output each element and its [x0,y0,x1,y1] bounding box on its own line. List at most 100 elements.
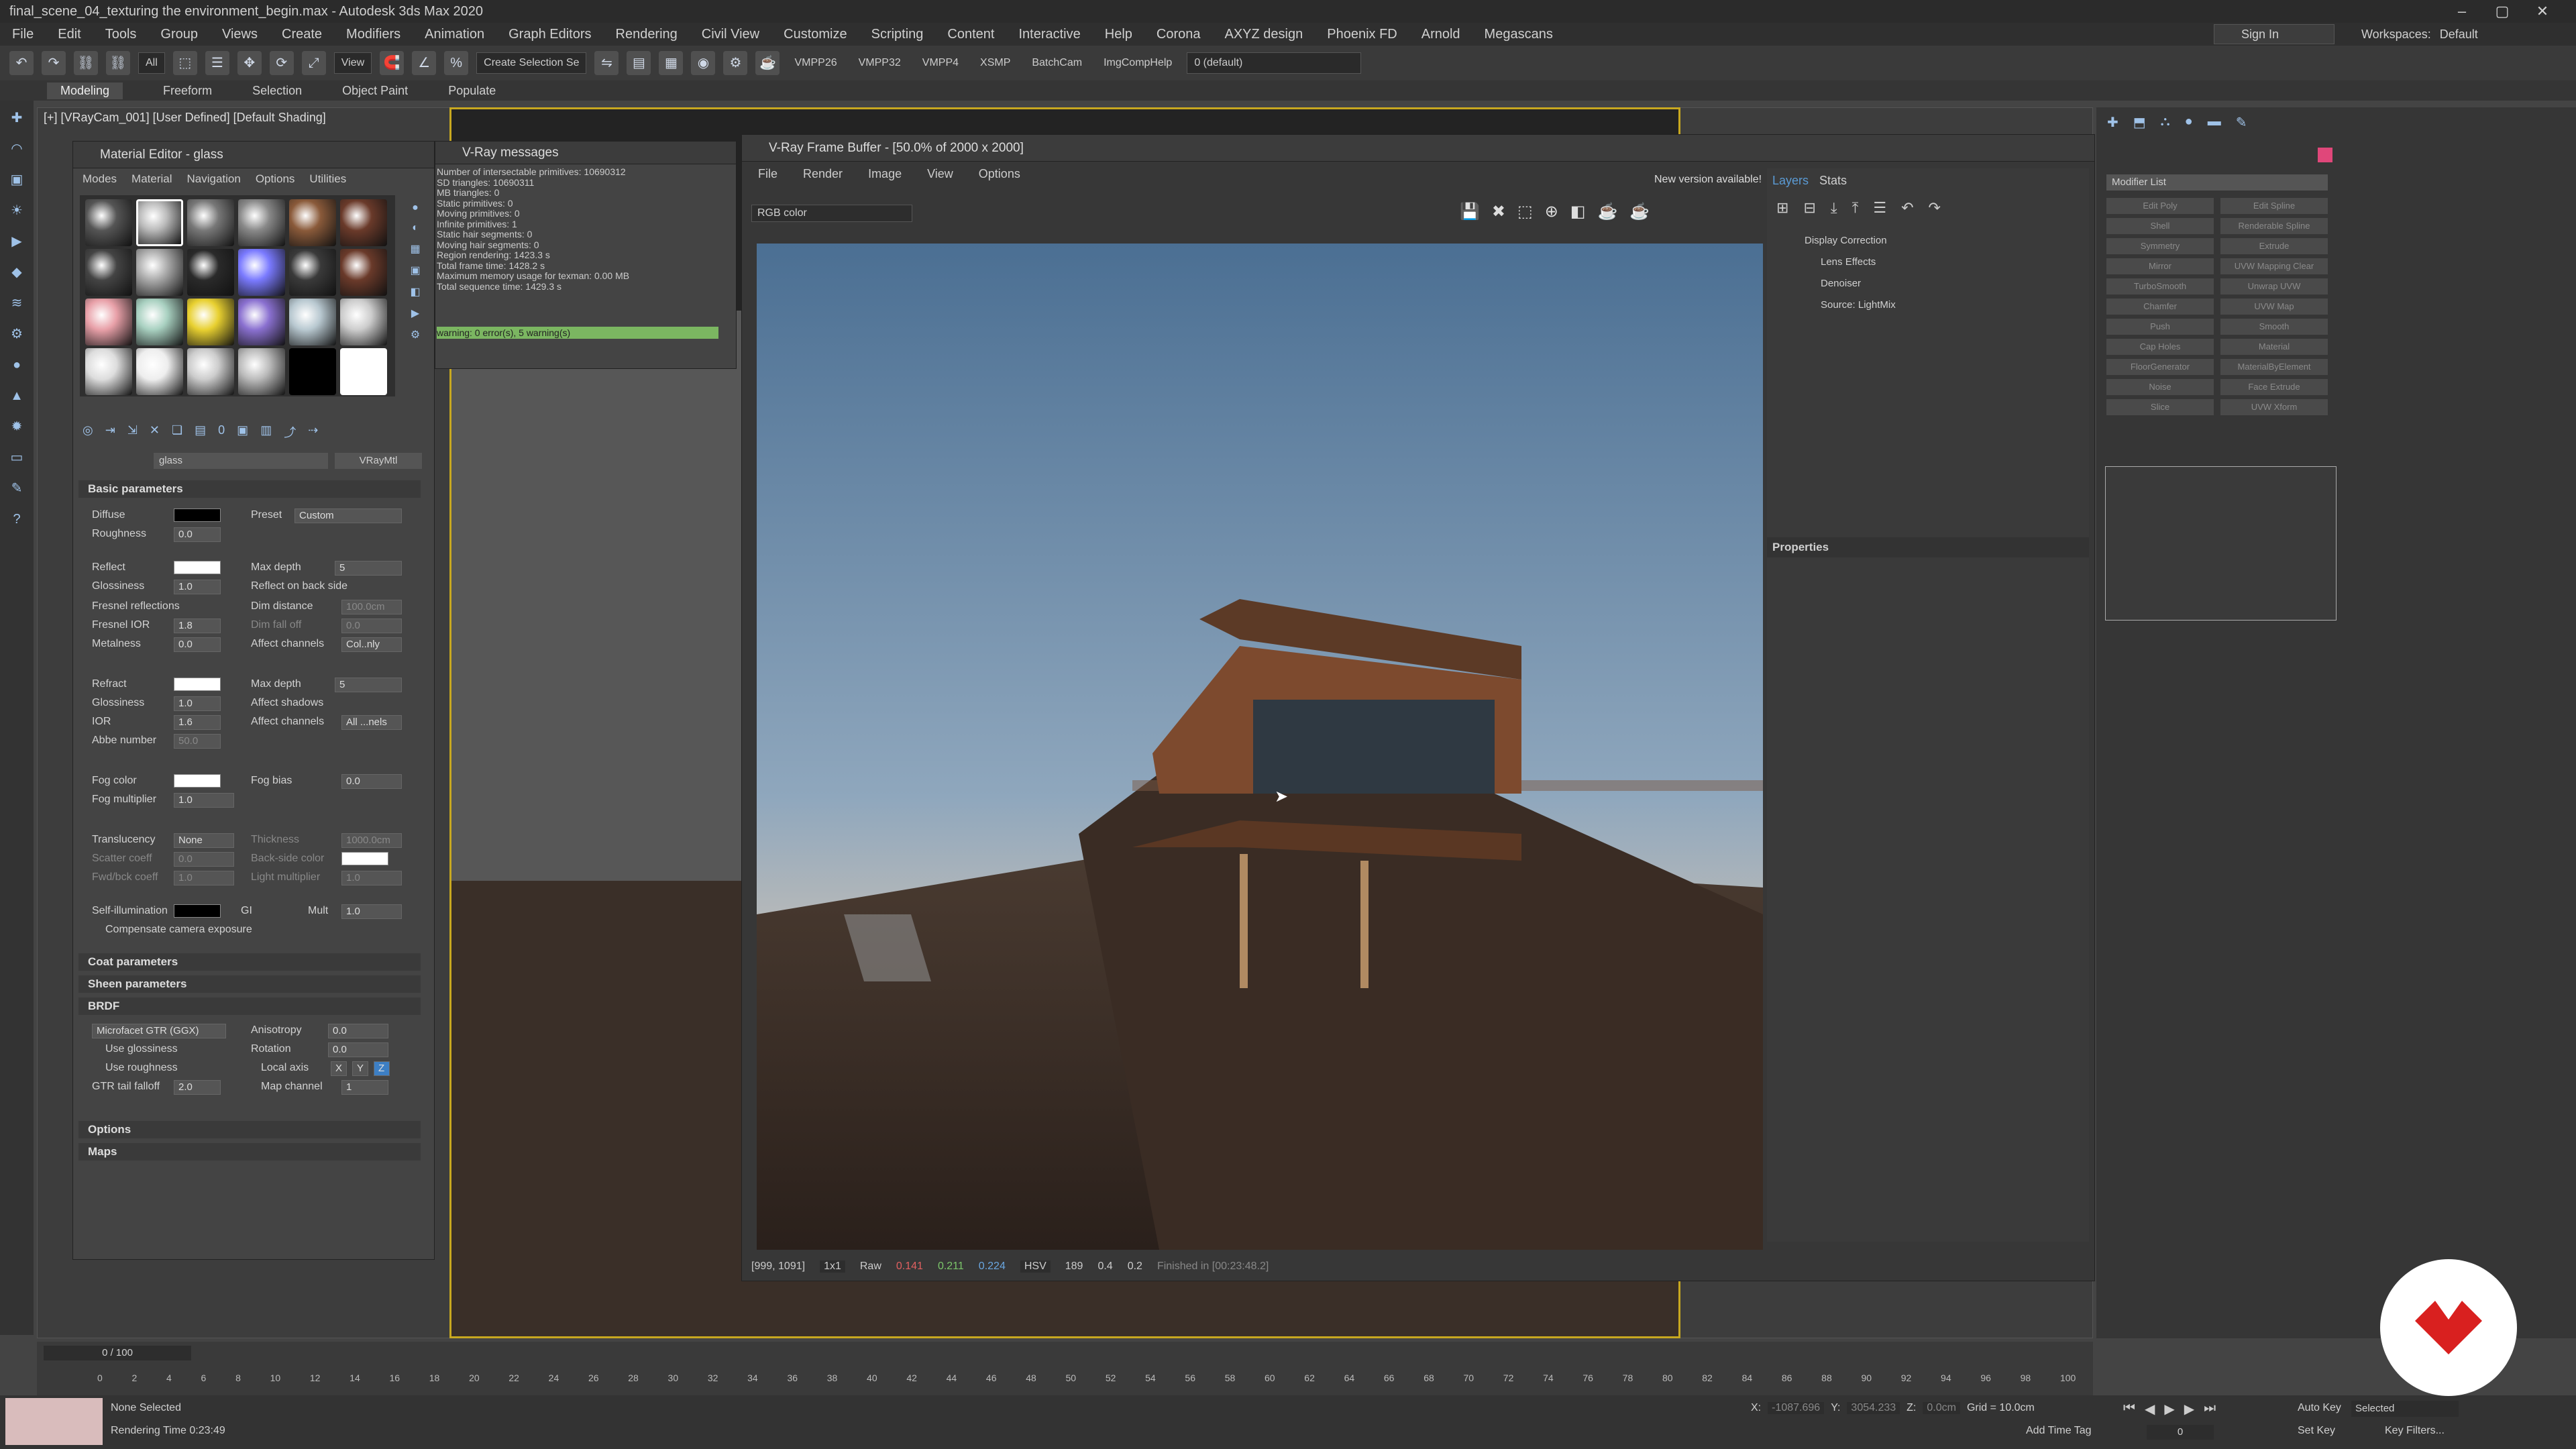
material-slot[interactable] [136,249,183,296]
go-parent-icon[interactable]: ⤴ [284,423,296,441]
reset-map-icon[interactable]: ✕ [150,423,160,441]
modifier-extrude[interactable]: Extrude [2220,238,2328,254]
menu-civil-view[interactable]: Civil View [690,27,771,42]
modifier-push[interactable]: Push [2106,319,2214,335]
y-coord-field[interactable]: 3054.233 [1847,1402,1900,1414]
color-mode-dropdown[interactable]: HSV [1020,1260,1051,1273]
layer-remove-icon[interactable]: ⊟ [1803,199,1815,217]
display-tab-icon[interactable]: ▬ [2208,114,2221,131]
layer-undo-icon[interactable]: ↶ [1901,199,1913,217]
get-material-icon[interactable]: ◎ [83,423,93,441]
menu-tools[interactable]: Tools [93,27,149,42]
sphere-icon[interactable]: ● [6,354,28,376]
menu-axyz[interactable]: AXYZ design [1213,27,1316,42]
sign-in-button[interactable]: Sign In [2214,24,2334,44]
material-name-field[interactable]: glass [154,453,328,469]
modifier-symmetry[interactable]: Symmetry [2106,238,2214,254]
x-coord-field[interactable]: -1087.696 [1768,1402,1825,1414]
key-filters-button[interactable]: Key Filters... [2385,1425,2445,1437]
menu-edit[interactable]: Edit [46,27,93,42]
layer-redo-icon[interactable]: ↷ [1929,199,1941,217]
axis-z-button[interactable]: Z [374,1061,390,1076]
modifier-material[interactable]: Material [2220,339,2328,355]
preset-dropdown[interactable]: Custom [294,508,402,523]
sample-type-icon[interactable]: ● [412,202,419,214]
refract-max-depth-spinner[interactable]: 5 [335,678,402,692]
refract-swatch[interactable] [174,678,221,691]
material-slot[interactable] [136,199,183,246]
material-slot[interactable] [340,299,387,345]
layer-save-icon[interactable]: ⤓ [1831,199,1837,217]
mirror-icon[interactable]: ⇋ [594,51,619,75]
layer-display-correction[interactable]: Display Correction [1767,230,2089,252]
motion-tab-icon[interactable]: ● [2185,114,2193,131]
roughness-spinner[interactable]: 0.0 [174,527,221,542]
me-menu-navigation[interactable]: Navigation [187,172,241,186]
fog-multiplier-spinner[interactable]: 1.0 [174,793,234,808]
helpers-icon[interactable]: ◆ [6,262,28,283]
modifier-cap-holes[interactable]: Cap Holes [2106,339,2214,355]
percent-snap-icon[interactable]: % [444,51,469,75]
modifier-uvw-map[interactable]: UVW Map [2220,299,2328,315]
material-slot[interactable] [85,299,132,345]
options-icon[interactable]: ⚙ [411,328,420,341]
menu-customize[interactable]: Customize [771,27,859,42]
fog-color-swatch[interactable] [174,774,221,788]
script-vmpp4[interactable]: VMPP4 [916,57,965,69]
material-slot[interactable] [85,249,132,296]
maxscript-listener[interactable] [5,1398,103,1445]
rotation-spinner[interactable]: 0.0 [328,1042,388,1057]
cameras-icon[interactable]: ▶ [6,231,28,252]
tab-stats[interactable]: Stats [1819,174,1847,188]
modifier-stack[interactable] [2105,466,2337,621]
layer-load-icon[interactable]: ⤒ [1852,199,1859,217]
z-coord-field[interactable]: 0.0cm [1923,1402,1960,1414]
tab-layers[interactable]: Layers [1772,174,1809,188]
dim-distance-spinner[interactable]: 100.0cm [341,600,402,614]
fog-bias-spinner[interactable]: 0.0 [341,774,402,789]
play-icon[interactable]: ▶ [2164,1401,2174,1417]
modifier-mirror[interactable]: Mirror [2106,258,2214,274]
gtr-tail-falloff-spinner[interactable]: 2.0 [174,1080,221,1095]
material-slot[interactable] [187,299,234,345]
make-preview-icon[interactable]: ▶ [411,307,419,320]
backlight-icon[interactable]: ◐ [412,222,419,234]
material-slot[interactable] [85,348,132,395]
lights-icon[interactable]: ☀ [6,200,28,221]
hierarchy-tab-icon[interactable]: ⛬ [2161,114,2170,131]
prev-frame-icon[interactable]: ◀ [2145,1401,2155,1417]
raw-mode-label[interactable]: Raw [860,1260,881,1273]
material-slot[interactable] [289,249,336,296]
redo-icon[interactable]: ↷ [42,51,66,75]
show-end-result-icon[interactable]: ▥ [260,423,272,441]
ior-spinner[interactable]: 1.6 [174,715,221,730]
reflect-affect-channels-dropdown[interactable]: Col..nly [341,637,402,652]
render-interactive-icon[interactable]: ☕ [1597,202,1617,221]
link-icon[interactable]: ⛓ [74,51,98,75]
tab-modeling[interactable]: Modeling [47,82,123,99]
menu-animation[interactable]: Animation [413,27,496,42]
spacewarps-icon[interactable]: ≋ [6,292,28,314]
material-slot[interactable] [187,199,234,246]
material-slot[interactable] [289,299,336,345]
reference-coordinate-dropdown[interactable]: View [333,52,372,74]
script-vmpp32[interactable]: VMPP32 [852,57,908,69]
unlink-icon[interactable]: ⛓ [106,51,130,75]
layer-lens-effects[interactable]: Lens Effects [1767,252,2089,273]
layer-source-lightmix[interactable]: Source: LightMix [1767,294,2089,316]
go-sibling-icon[interactable]: ⇢ [308,423,318,441]
use-roughness-radio[interactable]: Use roughness [105,1060,178,1076]
me-menu-modes[interactable]: Modes [83,172,117,186]
vfb-menu-render[interactable]: Render [803,167,843,181]
select-move-icon[interactable]: ✥ [237,51,262,75]
layer-list-icon[interactable]: ☰ [1873,199,1886,217]
fresnel-reflections-checkbox[interactable]: Fresnel reflections [92,598,180,614]
material-slot[interactable] [238,348,285,395]
script-xsmp[interactable]: XSMP [973,57,1017,69]
menu-rendering[interactable]: Rendering [604,27,690,42]
close-button[interactable]: ✕ [2522,0,2563,23]
show-shaded-icon[interactable]: ▣ [237,423,248,441]
scatter-coeff-spinner[interactable]: 0.0 [174,852,234,867]
compensate-exposure-checkbox[interactable]: Compensate camera exposure [105,922,252,938]
tab-selection[interactable]: Selection [252,84,302,98]
